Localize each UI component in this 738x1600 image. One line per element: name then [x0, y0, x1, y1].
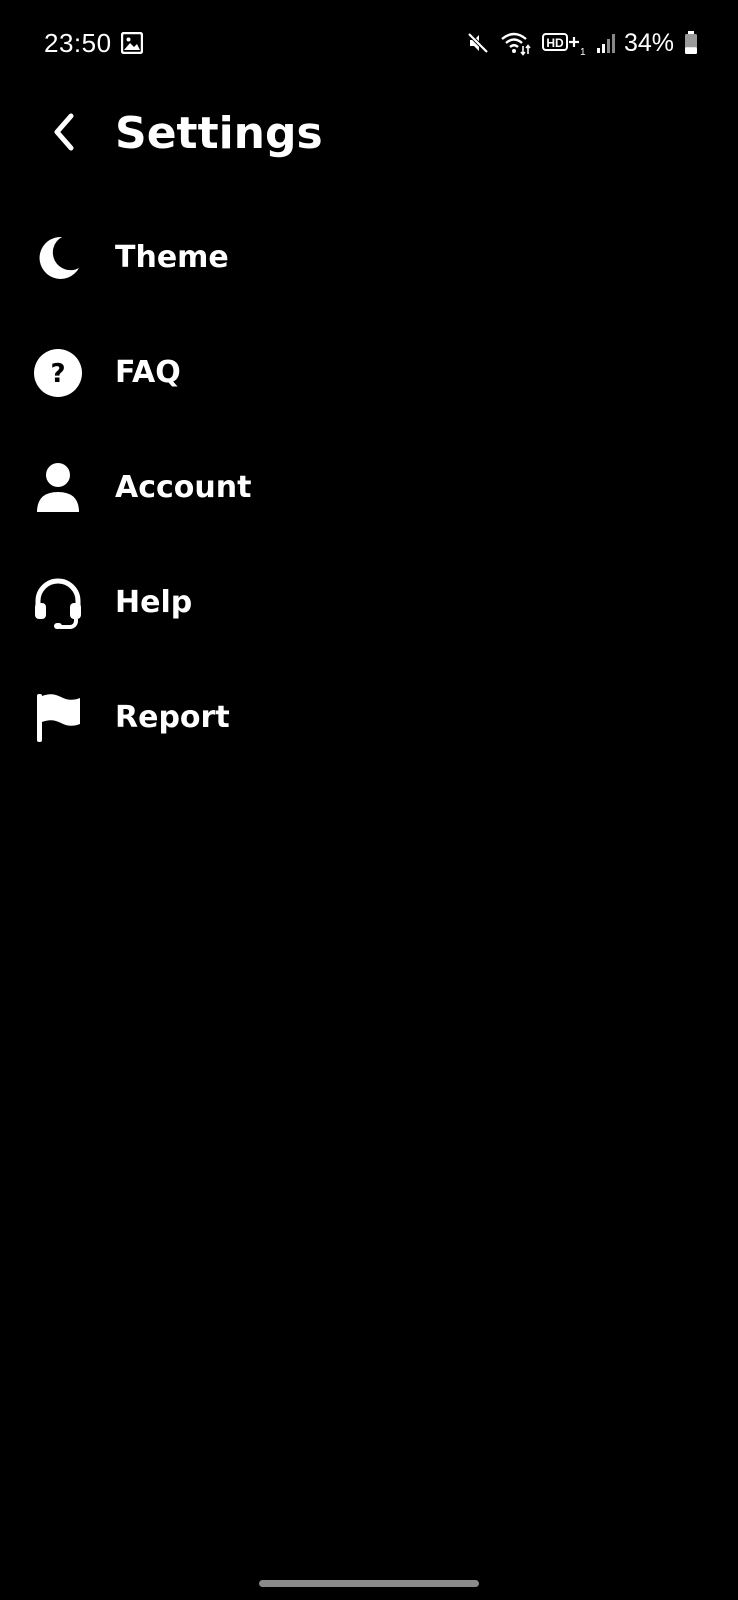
app-header: Settings	[0, 100, 738, 170]
status-time: 23:50	[44, 28, 112, 58]
menu-item-help[interactable]: Help	[0, 545, 738, 660]
user-icon	[32, 462, 84, 514]
menu-item-label: Report	[115, 700, 230, 735]
svg-text:?: ?	[50, 359, 65, 389]
settings-menu: Theme ? FAQ Account Help Report	[0, 200, 738, 775]
menu-item-label: Account	[115, 470, 252, 505]
headset-icon	[32, 577, 84, 629]
status-icons: HD 1 34%	[466, 26, 698, 60]
svg-text:HD: HD	[546, 36, 564, 50]
battery-icon	[684, 31, 698, 55]
back-button[interactable]	[36, 106, 92, 162]
volte-icon: HD 1	[541, 30, 586, 56]
battery-percent: 34%	[623, 28, 674, 57]
gallery-icon	[120, 31, 144, 55]
page-title: Settings	[115, 108, 323, 159]
signal-icon	[596, 32, 616, 54]
home-indicator[interactable]	[259, 1580, 479, 1587]
menu-item-label: Help	[115, 585, 193, 620]
chevron-left-icon	[49, 112, 79, 156]
svg-text:1: 1	[580, 47, 586, 56]
menu-item-theme[interactable]: Theme	[0, 200, 738, 315]
menu-item-faq[interactable]: ? FAQ	[0, 315, 738, 430]
menu-item-label: FAQ	[115, 355, 181, 390]
menu-item-label: Theme	[115, 240, 229, 275]
wifi-icon	[500, 30, 532, 56]
flag-icon	[32, 692, 84, 744]
menu-item-account[interactable]: Account	[0, 430, 738, 545]
menu-item-report[interactable]: Report	[0, 660, 738, 775]
question-circle-icon: ?	[32, 347, 84, 399]
moon-icon	[32, 232, 84, 284]
mute-icon	[466, 31, 490, 55]
status-bar: 23:50 HD 1 34%	[0, 0, 738, 88]
